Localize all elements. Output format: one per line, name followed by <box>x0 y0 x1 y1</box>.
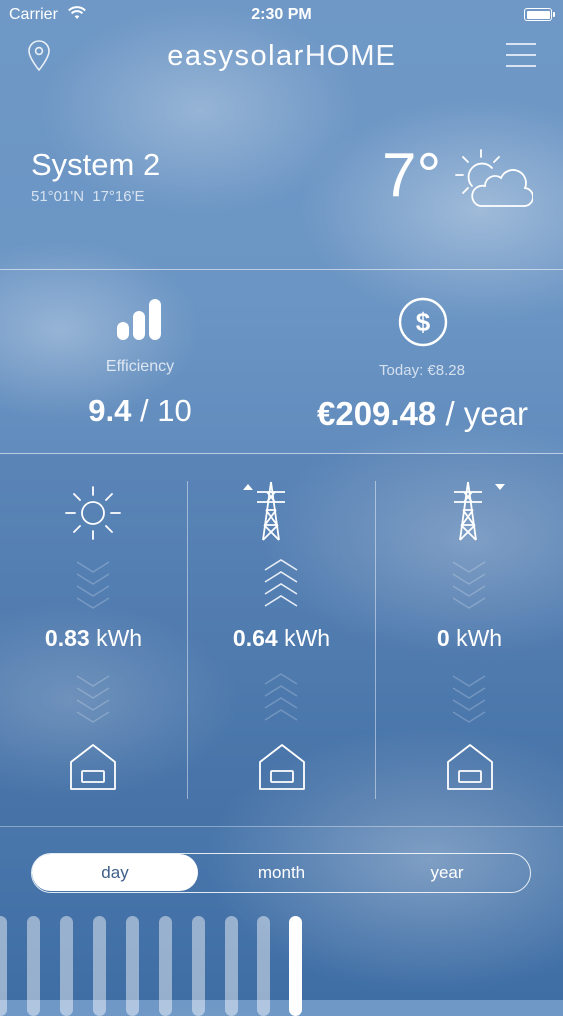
import-kwh-number: 0 <box>436 625 450 651</box>
partly-cloudy-icon <box>455 148 534 215</box>
house-icon <box>257 742 307 797</box>
flow-arrows-up-icon <box>263 558 299 617</box>
app-logo: easysolarHOME <box>0 40 563 73</box>
system-name[interactable]: System 2 <box>31 147 160 183</box>
efficiency-value: 9.4 / 10 <box>40 393 240 429</box>
dollar-coin-icon: $ <box>397 296 449 353</box>
chart-bar[interactable] <box>126 916 139 1016</box>
tab-year[interactable]: year <box>365 854 529 891</box>
power-pylon-import-icon <box>444 480 510 547</box>
import-kwh-unit: kWh <box>456 625 503 651</box>
chart-bar[interactable] <box>257 916 270 1016</box>
sun-icon <box>63 485 123 548</box>
status-time: 2:30 PM <box>251 6 312 23</box>
house-icon <box>68 742 118 797</box>
export-kwh-unit: kWh <box>284 625 331 651</box>
logo-main-text: easysolar <box>167 40 305 72</box>
grid-export-value: 0.64 kWh <box>188 625 375 652</box>
chart-bar[interactable] <box>225 916 238 1016</box>
hamburger-menu-icon[interactable] <box>505 42 537 73</box>
signal-bars-icon <box>116 298 166 347</box>
yearly-earnings: €209.48 / year <box>300 395 545 433</box>
house-icon <box>445 742 495 797</box>
chart-bar-selected[interactable] <box>289 916 302 1016</box>
flow-arrows-down-icon <box>451 558 487 615</box>
status-bar: Carrier 2:30 PM <box>0 0 563 30</box>
battery-icon <box>524 8 555 21</box>
power-pylon-export-icon <box>241 480 301 547</box>
chart-bar[interactable] <box>159 916 172 1016</box>
chart-bar[interactable] <box>192 916 205 1016</box>
latitude: 51°01'N <box>31 188 85 205</box>
flow-arrows-down-icon <box>451 672 487 729</box>
flow-arrows-down-icon <box>75 672 111 729</box>
tab-month[interactable]: month <box>198 854 365 891</box>
system-coordinates: 51°01'N 17°16'E <box>31 188 145 205</box>
export-kwh-number: 0.64 <box>232 625 278 651</box>
solar-production-value: 0.83 kWh <box>0 625 187 652</box>
flow-arrows-up-icon <box>263 672 299 731</box>
efficiency-label: Efficiency <box>105 358 175 375</box>
chart-bar[interactable] <box>0 916 7 1016</box>
logo-sub-text: HOME <box>304 40 396 72</box>
earnings-period: / year <box>445 395 528 432</box>
svg-text:$: $ <box>416 307 431 337</box>
grid-import-value: 0 kWh <box>376 625 563 652</box>
solar-kwh-unit: kWh <box>96 625 143 651</box>
period-segmented-control: day month year <box>31 853 531 893</box>
tab-day[interactable]: day <box>32 854 198 891</box>
efficiency-max: / 10 <box>140 393 192 428</box>
solar-kwh-number: 0.83 <box>44 625 90 651</box>
divider <box>0 826 563 827</box>
efficiency-score: 9.4 <box>88 393 132 428</box>
temperature: 7° <box>382 141 442 210</box>
longitude: 17°16'E <box>92 188 145 205</box>
earnings-value: €209.48 <box>316 395 437 432</box>
chart-bar[interactable] <box>93 916 106 1016</box>
today-earnings: Today: €8.28 <box>379 362 465 379</box>
flow-arrows-down-icon <box>75 558 111 615</box>
divider <box>0 269 563 270</box>
chart-bar[interactable] <box>60 916 73 1016</box>
chart-bar[interactable] <box>27 916 40 1016</box>
